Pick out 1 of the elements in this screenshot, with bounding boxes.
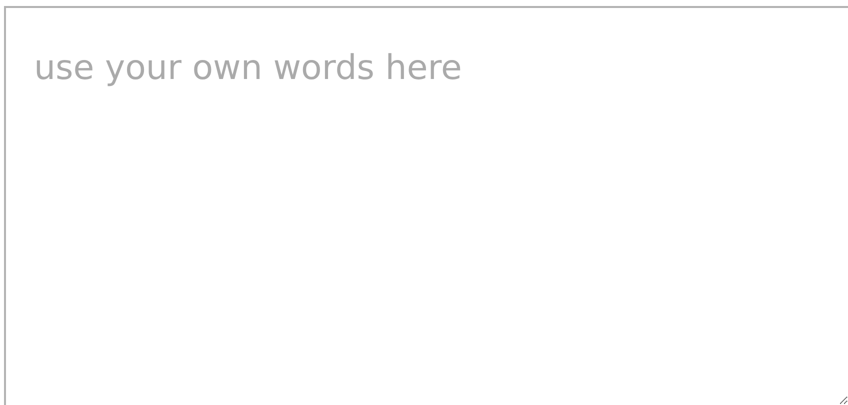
answer-box[interactable]: use your own words here [4,6,848,405]
